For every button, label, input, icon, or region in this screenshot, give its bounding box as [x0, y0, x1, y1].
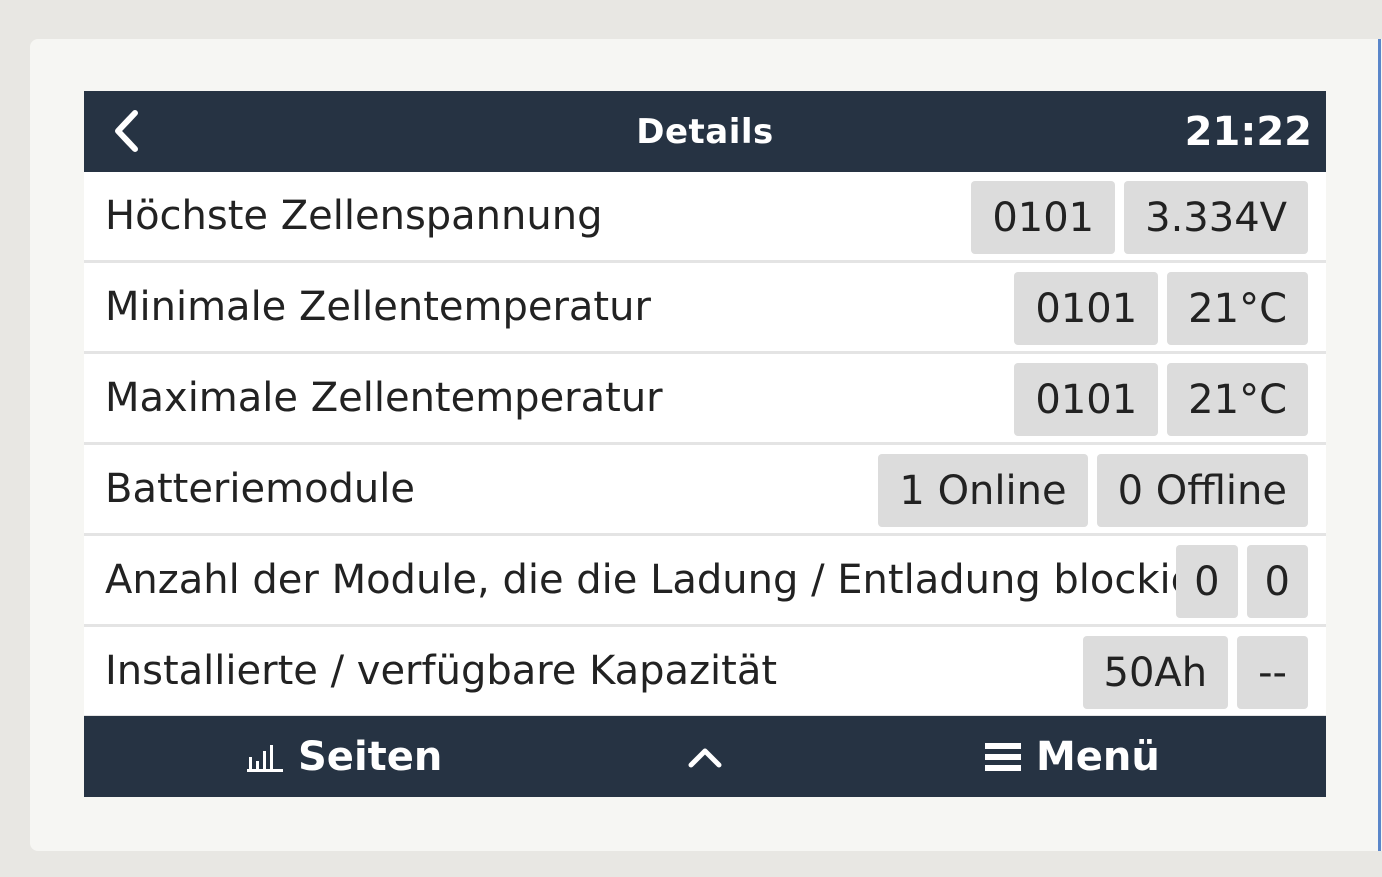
installed-capacity-value: 50Ah: [1082, 636, 1229, 709]
back-button[interactable]: [98, 103, 154, 159]
value-group: 50Ah --: [1082, 636, 1308, 709]
list-item-label: Batteriemodule: [105, 466, 415, 512]
module-id-value: 0101: [1014, 363, 1159, 436]
value-group: 1 Online 0 Offline: [878, 454, 1308, 527]
top-bar: Details 21:22: [84, 91, 1326, 172]
bottom-bar: Seiten Menü: [84, 716, 1326, 797]
modules-online-value: 1 Online: [878, 454, 1088, 527]
list-item-max-cell-temperature[interactable]: Maximale Zellentemperatur 0101 21°C: [84, 354, 1326, 445]
clock: 21:22: [1184, 108, 1312, 155]
details-list: Höchste Zellenspannung 0101 3.334V Minim…: [84, 172, 1326, 718]
list-item-highest-cell-voltage[interactable]: Höchste Zellenspannung 0101 3.334V: [84, 172, 1326, 263]
scroll-edge-indicator: [1378, 39, 1381, 851]
page-title: Details: [636, 111, 774, 152]
value-group: 0 0: [1176, 545, 1308, 618]
chevron-up-icon: [688, 748, 722, 767]
available-capacity-value: --: [1237, 636, 1308, 709]
list-item-capacity[interactable]: Installierte / verfügbare Kapazität 50Ah…: [84, 627, 1326, 718]
module-id-value: 0101: [1014, 272, 1159, 345]
value-group: 0101 3.334V: [971, 181, 1308, 254]
gx-screen: Details 21:22 Höchste Zellenspannung 010…: [84, 91, 1326, 797]
scroll-up-button[interactable]: [680, 716, 730, 797]
module-id-value: 0101: [971, 181, 1116, 254]
discharge-blocking-value: 0: [1246, 545, 1308, 618]
list-item-min-cell-temperature[interactable]: Minimale Zellentemperatur 0101 21°C: [84, 263, 1326, 354]
hamburger-menu-icon: [985, 742, 1021, 771]
list-item-label: Anzahl der Module, die die Ladung / Entl…: [105, 557, 1261, 603]
temperature-value: 21°C: [1167, 363, 1308, 436]
menu-button[interactable]: Menü: [984, 716, 1160, 797]
list-item-battery-modules[interactable]: Batteriemodule 1 Online 0 Offline: [84, 445, 1326, 536]
chevron-left-icon: [115, 110, 138, 152]
pages-button[interactable]: Seiten: [246, 716, 442, 797]
modules-offline-value: 0 Offline: [1096, 454, 1308, 527]
menu-button-label: Menü: [1036, 733, 1160, 780]
list-item-label: Höchste Zellenspannung: [105, 193, 603, 239]
list-item-label: Installierte / verfügbare Kapazität: [105, 648, 778, 694]
value-group: 0101 21°C: [1014, 363, 1308, 436]
list-item-blocking-modules[interactable]: Anzahl der Module, die die Ladung / Entl…: [84, 536, 1326, 627]
list-item-label: Minimale Zellentemperatur: [105, 284, 651, 330]
cell-voltage-value: 3.334V: [1124, 181, 1308, 254]
temperature-value: 21°C: [1167, 272, 1308, 345]
bar-chart-icon: [247, 744, 283, 772]
charge-blocking-value: 0: [1176, 545, 1238, 618]
pages-button-label: Seiten: [298, 733, 443, 780]
value-group: 0101 21°C: [1014, 272, 1308, 345]
list-item-label: Maximale Zellentemperatur: [105, 375, 663, 421]
